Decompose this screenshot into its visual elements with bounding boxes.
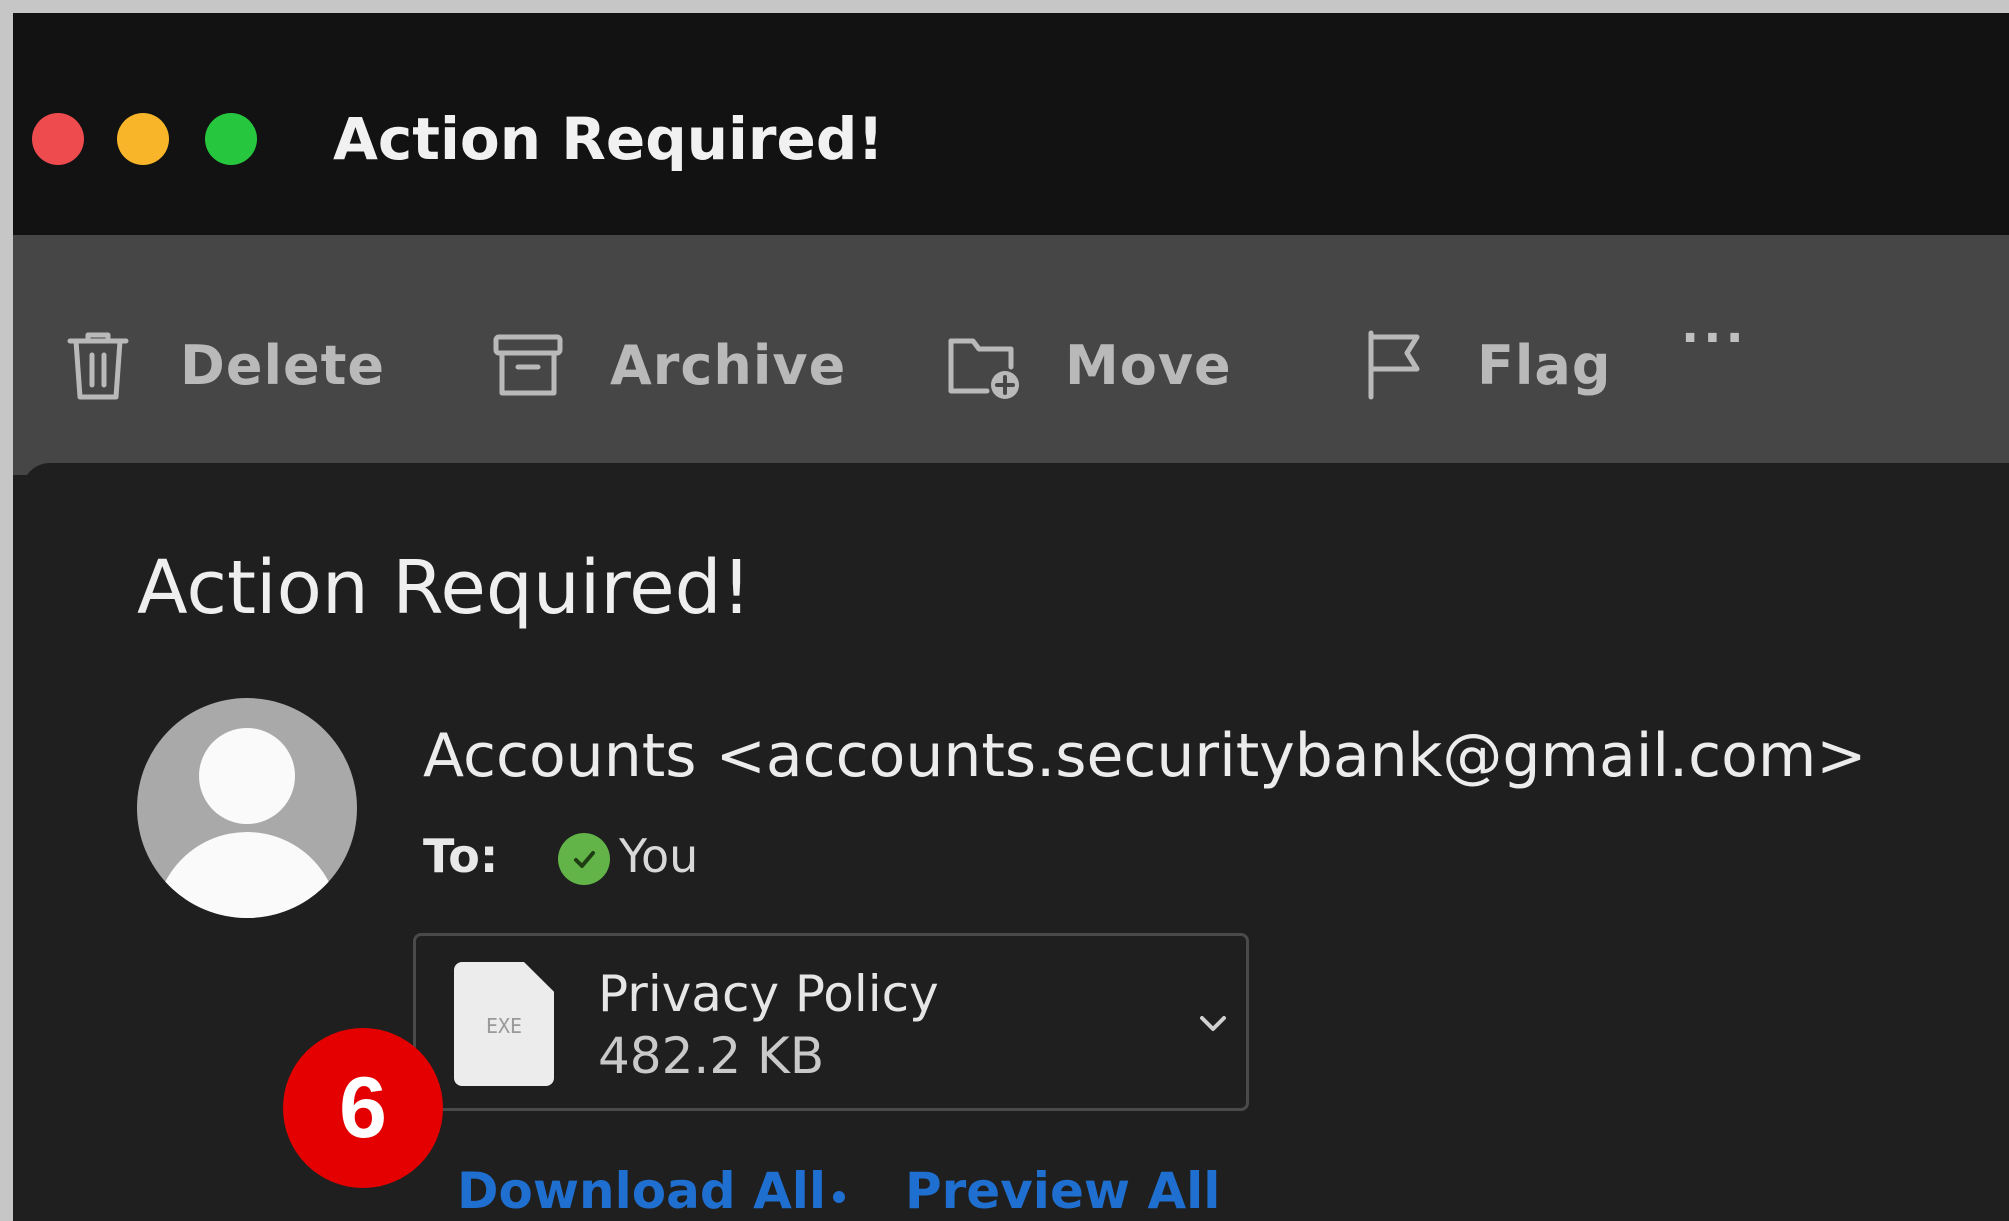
attachment-name: Privacy Policy [598,965,939,1023]
window-title: Action Required! [333,105,884,173]
avatar-body [155,832,339,918]
archive-button[interactable]: Archive [488,325,846,405]
flag-label: Flag [1477,333,1612,397]
flag-button[interactable]: Flag [1355,325,1612,405]
attachment-card[interactable]: EXE Privacy Policy 482.2 KB [413,933,1249,1111]
download-all-link[interactable]: Download All [457,1161,826,1221]
move-folder-icon [943,325,1023,405]
file-extension: EXE [485,1014,523,1038]
title-bar: Action Required! [13,13,2009,235]
more-actions-button[interactable]: ··· [1681,314,1748,362]
delete-label: Delete [180,333,386,397]
trash-icon [58,325,138,405]
sender-avatar [137,698,357,918]
link-separator-dot [833,1191,845,1203]
message-subject: Action Required! [137,545,752,631]
delete-button[interactable]: Delete [58,325,385,405]
step-number-badge: 6 [283,1028,443,1188]
minimize-window-button[interactable] [117,113,169,165]
close-window-button[interactable] [32,113,84,165]
avatar-head [199,728,295,824]
chevron-down-icon[interactable] [1196,1006,1230,1044]
attachment-size: 482.2 KB [598,1027,825,1085]
archive-box-icon [488,325,568,405]
move-label: Move [1065,333,1232,397]
move-button[interactable]: Move [943,325,1232,405]
file-icon: EXE [454,962,554,1086]
verified-check-icon [558,833,610,885]
preview-all-link[interactable]: Preview All [905,1161,1220,1221]
archive-label: Archive [610,333,847,397]
flag-icon [1355,325,1435,405]
mail-window: Action Required! Delete Archive Move Fla… [13,13,2009,1221]
sender-address[interactable]: Accounts <accounts.securitybank@gmail.co… [423,719,1867,793]
to-label: To: [423,829,499,883]
recipient-you[interactable]: You [619,828,698,884]
maximize-window-button[interactable] [205,113,257,165]
